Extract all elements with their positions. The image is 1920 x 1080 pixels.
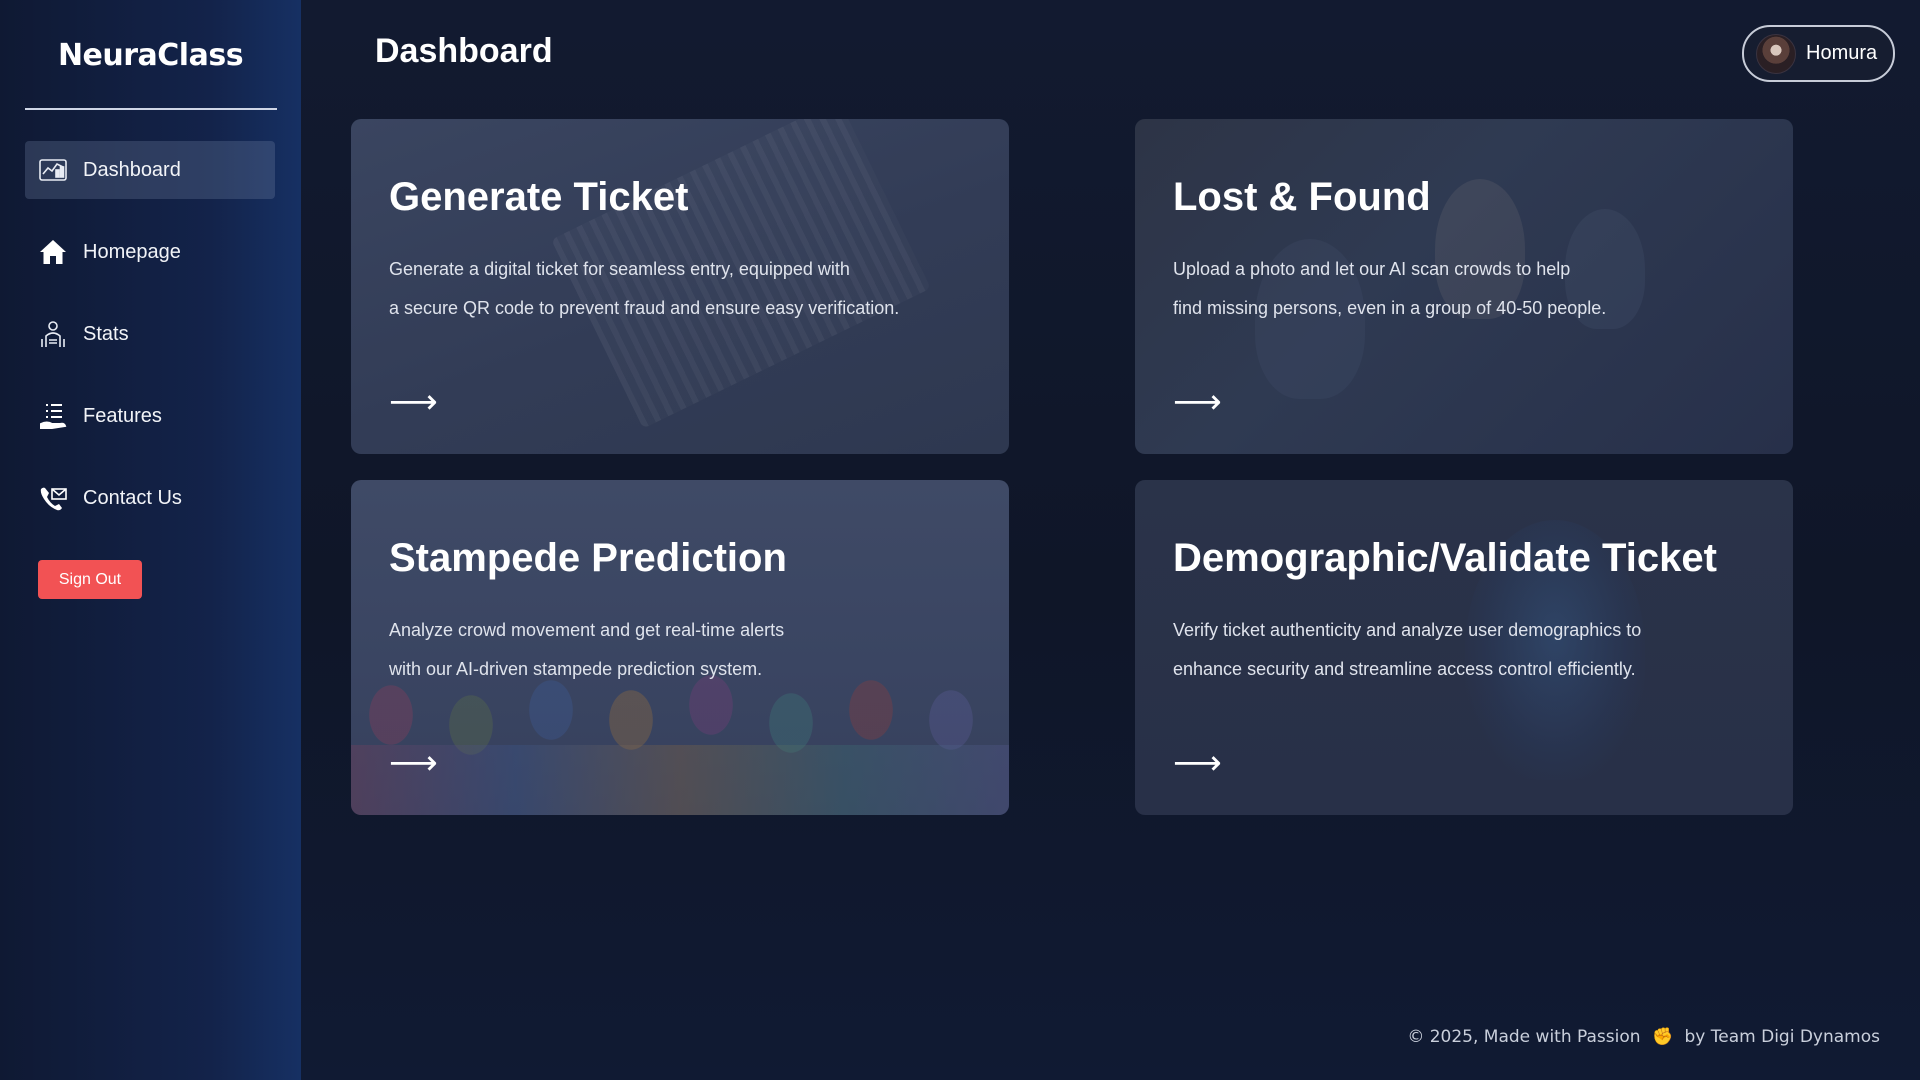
sidebar-item-features[interactable]: Features	[25, 387, 275, 445]
card-demographic-validate[interactable]: Demographic/Validate Ticket Verify ticke…	[1135, 480, 1793, 815]
arrow-right-icon[interactable]: ⟶	[389, 382, 438, 422]
card-description: a secure QR code to prevent fraud and en…	[389, 298, 900, 318]
card-description: Upload a photo and let our AI scan crowd…	[1173, 259, 1571, 279]
card-generate-ticket[interactable]: Generate Ticket Generate a digital ticke…	[351, 119, 1009, 454]
footer-credit: by Team Digi Dynamos	[1684, 1027, 1880, 1047]
card-description: with our AI-driven stampede prediction s…	[389, 659, 763, 679]
app-root: NeuraClass Dashboard Homepage Stats Feat…	[0, 0, 1920, 1080]
page-title: Dashboard	[375, 32, 553, 70]
features-icon	[37, 400, 69, 432]
card-title: Stampede Prediction	[389, 536, 787, 580]
sidebar: NeuraClass Dashboard Homepage Stats Feat…	[0, 0, 301, 1080]
card-stampede-prediction[interactable]: Stampede Prediction Analyze crowd moveme…	[351, 480, 1009, 815]
arrow-right-icon[interactable]: ⟶	[1173, 743, 1222, 783]
avatar	[1756, 33, 1796, 74]
card-description: enhance security and streamline access c…	[1173, 659, 1636, 679]
card-lost-found[interactable]: Lost & Found Upload a photo and let our …	[1135, 119, 1793, 454]
card-title: Generate Ticket	[389, 175, 689, 219]
brand-divider	[25, 108, 277, 110]
footer: © 2025, Made with Passion ✊ by Team Digi…	[1407, 1027, 1880, 1047]
card-description: find missing persons, even in a group of…	[1173, 298, 1607, 318]
sign-out-button[interactable]: Sign Out	[38, 560, 142, 599]
arrow-right-icon[interactable]: ⟶	[1173, 382, 1222, 422]
sidebar-item-dashboard[interactable]: Dashboard	[25, 141, 275, 199]
user-name: Homura	[1806, 42, 1878, 64]
stats-icon	[37, 318, 69, 350]
contact-icon	[37, 482, 69, 514]
sidebar-item-label: Stats	[83, 322, 129, 345]
dashboard-icon	[37, 154, 69, 186]
sidebar-item-label: Homepage	[83, 240, 181, 263]
brand-logo[interactable]: NeuraClass	[0, 38, 301, 73]
crowd-silhouette-image	[351, 745, 1009, 815]
card-description: Analyze crowd movement and get real-time…	[389, 620, 785, 640]
sidebar-item-label: Features	[83, 404, 162, 427]
sidebar-item-homepage[interactable]: Homepage	[25, 223, 275, 281]
sidebar-item-contact[interactable]: Contact Us	[25, 469, 275, 527]
card-description: Generate a digital ticket for seamless e…	[389, 259, 850, 279]
sidebar-item-stats[interactable]: Stats	[25, 305, 275, 363]
footer-text: © 2025, Made with Passion	[1407, 1027, 1641, 1047]
sidebar-item-label: Dashboard	[83, 158, 181, 181]
main-content: Dashboard Homura Generate Ticket Generat…	[301, 0, 1920, 1080]
user-menu-button[interactable]: Homura	[1742, 25, 1895, 82]
card-title: Lost & Found	[1173, 175, 1431, 219]
home-icon	[37, 236, 69, 268]
sidebar-item-label: Contact Us	[83, 486, 182, 509]
arrow-right-icon[interactable]: ⟶	[389, 743, 438, 783]
card-description: Verify ticket authenticity and analyze u…	[1173, 620, 1642, 640]
card-title: Demographic/Validate Ticket	[1173, 536, 1717, 580]
sidebar-nav: Dashboard Homepage Stats Features Contac…	[25, 141, 275, 551]
fist-icon: ✊	[1651, 1027, 1674, 1047]
